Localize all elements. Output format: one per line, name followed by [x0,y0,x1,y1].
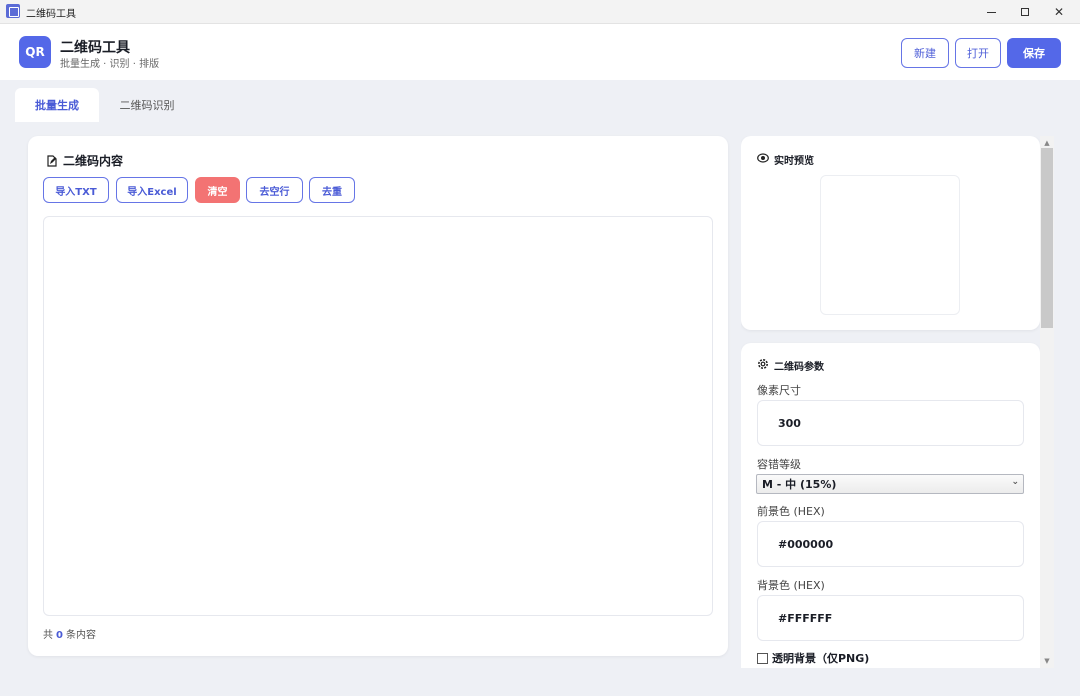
window-title: 二维码工具 [26,9,76,20]
count-suffix: 条内容 [65,630,96,641]
transparent-bg-checkbox[interactable] [757,652,768,664]
close-icon[interactable]: ✕ [1042,0,1076,24]
tab-qr-recognize[interactable]: 二维码识别 [104,88,190,122]
transparent-bg-label: 透明背景（仅PNG) [772,652,870,665]
app-title: 二维码工具 [60,40,130,56]
scrollbar-thumb[interactable] [1041,148,1053,328]
preview-panel: 实时预览 [741,136,1040,330]
params-panel-title: 二维码参数 [774,362,824,373]
size-input[interactable]: 300 [757,400,1024,446]
transparent-bg-option[interactable]: 透明背景（仅PNG) [757,650,869,666]
background-color-label: 背景色 (HEX) [757,579,825,592]
ecc-select[interactable]: M - 中 (15%) ⌄ [756,474,1024,494]
clear-button[interactable]: 清空 [195,177,240,203]
minimize-icon[interactable] [974,0,1008,24]
foreground-color-label: 前景色 (HEX) [757,505,825,518]
right-sidebar: 实时预览 二维码参数 像素尺寸 300 容错等级 M - 中 (15%) ⌄ 前… [741,136,1040,668]
main-tabs: 批量生成 二维码识别 [0,80,1080,122]
scroll-up-icon[interactable]: ▲ [1042,138,1052,148]
logo: QR [19,36,51,68]
edit-icon [46,154,58,167]
app-header: QR 二维码工具 批量生成 · 识别 · 排版 新建 打开 保存 [0,24,1080,80]
content-panel-header: 二维码内容 [46,152,123,169]
content-panel-title: 二维码内容 [63,154,124,168]
app-icon [6,4,20,18]
params-panel: 二维码参数 像素尺寸 300 容错等级 M - 中 (15%) ⌄ 前景色 (H… [741,343,1040,668]
gear-icon [757,358,769,373]
dedupe-button[interactable]: 去重 [309,177,355,203]
foreground-color-input[interactable]: #000000 [757,521,1024,567]
ecc-selected-value: M - 中 (15%) [762,478,837,491]
chevron-down-icon: ⌄ [1011,477,1019,487]
scroll-down-icon[interactable]: ▼ [1042,656,1052,666]
window-titlebar: 二维码工具 ✕ [0,0,1080,24]
qr-content-textarea[interactable] [43,216,713,616]
background-color-input[interactable]: #FFFFFF [757,595,1024,641]
preview-panel-title: 实时预览 [774,156,814,167]
maximize-icon[interactable] [1008,0,1042,24]
params-panel-header: 二维码参数 [757,358,824,373]
tab-batch-generate[interactable]: 批量生成 [15,88,99,122]
save-button[interactable]: 保存 [1007,38,1061,68]
count-value: 0 [56,630,63,641]
preview-panel-header: 实时预览 [757,152,814,167]
content-panel: 二维码内容 导入TXT 导入Excel 清空 去空行 去重 共 0 条内容 [28,136,728,656]
import-excel-button[interactable]: 导入Excel [116,177,188,203]
import-txt-button[interactable]: 导入TXT [43,177,109,203]
new-button[interactable]: 新建 [901,38,949,68]
eye-icon [757,153,769,166]
right-scrollbar[interactable]: ▲ ▼ [1040,136,1054,668]
count-prefix: 共 [43,630,53,641]
size-label: 像素尺寸 [757,384,801,397]
ecc-label: 容错等级 [757,458,801,471]
remove-blank-lines-button[interactable]: 去空行 [246,177,303,203]
app-subtitle: 批量生成 · 识别 · 排版 [60,59,160,70]
content-count: 共 0 条内容 [43,626,96,641]
qr-preview-image [820,175,960,315]
open-button[interactable]: 打开 [955,38,1001,68]
